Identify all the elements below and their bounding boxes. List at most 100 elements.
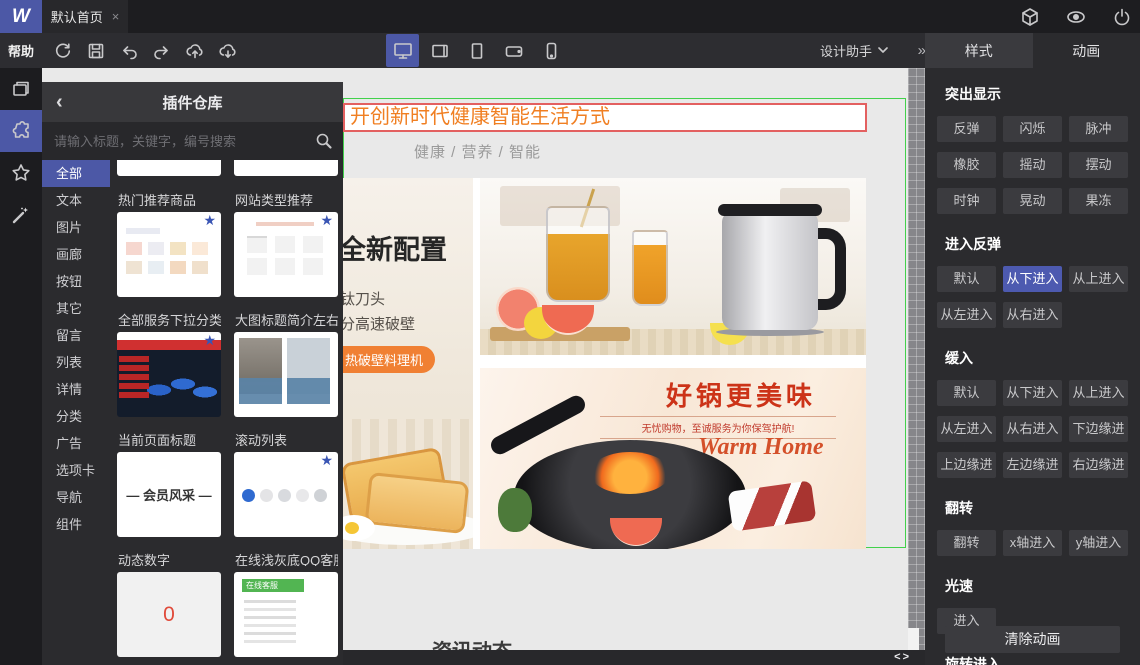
code-view-icon[interactable]: <>	[894, 651, 911, 663]
plugin-card-partial[interactable]	[117, 160, 221, 176]
animation-option-button[interactable]: 晃动	[1003, 188, 1062, 214]
device-laptop-icon[interactable]	[423, 34, 456, 67]
search-icon[interactable]	[315, 132, 333, 155]
plugin-item[interactable]: 滚动列表 ★	[234, 430, 338, 537]
redo-icon[interactable]	[151, 39, 173, 63]
scrollbar-thumb[interactable]	[908, 628, 919, 650]
plugin-item[interactable]: 网站类型推荐 ★	[234, 190, 338, 297]
plugin-item-thumbnail[interactable]: — 会员风采 —	[117, 452, 221, 537]
plugin-item[interactable]: 在线浅灰底QQ客服 在线客服	[234, 550, 338, 657]
animation-option-button[interactable]: 左边缘进	[1003, 452, 1062, 478]
canvas-scrollbar[interactable]	[908, 68, 925, 650]
device-phone-icon[interactable]	[534, 34, 567, 67]
animation-option-button[interactable]: 闪烁	[1003, 116, 1062, 142]
plugin-item[interactable]: 动态数字 0	[117, 550, 221, 657]
animation-option-button[interactable]: 摇动	[1003, 152, 1062, 178]
plugin-search-input[interactable]	[42, 133, 343, 149]
animation-option-button[interactable]: 默认	[937, 266, 996, 292]
animation-option-button[interactable]: 反弹	[937, 116, 996, 142]
device-desktop-icon[interactable]	[386, 34, 419, 67]
category-item[interactable]: 详情	[42, 376, 110, 403]
news-section-heading[interactable]: 资讯动态	[432, 635, 512, 650]
animation-option-button[interactable]: 从左进入	[937, 302, 996, 328]
favorite-star-icon[interactable]: ★	[203, 213, 216, 227]
animation-option-button[interactable]: y轴进入	[1069, 530, 1128, 556]
favorite-star-icon[interactable]: ★	[320, 453, 333, 467]
category-item[interactable]: 选项卡	[42, 457, 110, 484]
category-item[interactable]: 列表	[42, 349, 110, 376]
favorite-star-icon[interactable]: ★	[320, 213, 333, 227]
category-item[interactable]: 导航	[42, 484, 110, 511]
category-item[interactable]: 留言	[42, 322, 110, 349]
clear-animation-button[interactable]: 清除动画	[945, 626, 1120, 653]
plugin-item-thumbnail[interactable]	[234, 332, 338, 417]
category-item[interactable]: 画廊	[42, 241, 110, 268]
kettle-photo[interactable]	[480, 178, 866, 355]
category-item[interactable]: 文本	[42, 187, 110, 214]
refresh-icon[interactable]	[52, 39, 74, 63]
undo-icon[interactable]	[118, 39, 140, 63]
animation-option-button[interactable]: 从下进入	[1003, 266, 1062, 292]
animation-option-button[interactable]: 从下进入	[1003, 380, 1062, 406]
animation-option-button[interactable]: 上边缘进	[937, 452, 996, 478]
plugin-item-thumbnail[interactable]: 0	[117, 572, 221, 657]
page-subheading[interactable]: 健康 / 营养 / 智能	[414, 141, 541, 162]
power-exit-icon[interactable]	[1112, 7, 1132, 27]
device-tablet-icon[interactable]	[460, 34, 493, 67]
back-arrow-icon[interactable]: ‹	[56, 82, 63, 122]
sidebar-item-tools[interactable]	[0, 194, 42, 236]
category-item[interactable]: 全部	[42, 160, 110, 187]
favorite-star-icon[interactable]: ★	[203, 333, 216, 347]
sidebar-item-favorites[interactable]	[0, 152, 42, 194]
blender-banner-image[interactable]: 全新配置 钛刀头 分高速破壁 热破壁料理机	[343, 178, 473, 549]
wok-banner-image[interactable]: 好锅更美味 无忧购物，至诚服务为你保驾护航! Warm Home	[480, 368, 866, 549]
sidebar-item-plugins[interactable]	[0, 110, 42, 152]
animation-option-button[interactable]: 下边缘进	[1069, 416, 1128, 442]
animation-option-button[interactable]: 从上进入	[1069, 266, 1128, 292]
close-tab-icon[interactable]: ×	[112, 9, 120, 24]
animation-option-button[interactable]: 从左进入	[937, 416, 996, 442]
category-item[interactable]: 组件	[42, 511, 110, 538]
animation-option-button[interactable]: 摆动	[1069, 152, 1128, 178]
plugin-item-thumbnail[interactable]: ★	[117, 212, 221, 297]
animation-option-button[interactable]: 从右进入	[1003, 302, 1062, 328]
animation-option-button[interactable]: 翻转	[937, 530, 996, 556]
device-phone-landscape-icon[interactable]	[497, 34, 530, 67]
plugin-item[interactable]: 热门推荐商品 ★	[117, 190, 221, 297]
plugin-item-thumbnail[interactable]: ★	[234, 212, 338, 297]
selected-section-outline[interactable]: 开创新时代健康智能生活方式 健康 / 营养 / 智能 全新配置 钛刀头 分高速破…	[343, 98, 906, 549]
plugin-item[interactable]: 大图标题简介左右切...	[234, 310, 338, 417]
category-item[interactable]: 图片	[42, 214, 110, 241]
animation-option-button[interactable]: x轴进入	[1003, 530, 1062, 556]
sidebar-item-pages[interactable]	[0, 68, 42, 110]
preview-eye-icon[interactable]	[1066, 7, 1086, 27]
app-logo[interactable]: W	[0, 0, 42, 33]
animation-option-button[interactable]: 右边缘进	[1069, 452, 1128, 478]
help-button[interactable]: 帮助	[8, 33, 34, 68]
animation-option-button[interactable]: 脉冲	[1069, 116, 1128, 142]
design-assistant-dropdown[interactable]: 设计助手	[820, 33, 888, 68]
tab-animation[interactable]: 动画	[1032, 33, 1140, 68]
plugin-item-thumbnail[interactable]: ★	[234, 452, 338, 537]
category-item[interactable]: 按钮	[42, 268, 110, 295]
plugin-item[interactable]: 当前页面标题 — 会员风采 —	[117, 430, 221, 537]
animation-option-button[interactable]: 从右进入	[1003, 416, 1062, 442]
category-item[interactable]: 分类	[42, 403, 110, 430]
category-item[interactable]: 其它	[42, 295, 110, 322]
plugin-item[interactable]: 全部服务下拉分类带... ★	[117, 310, 221, 417]
save-icon[interactable]	[85, 39, 107, 63]
cloud-upload-icon[interactable]	[184, 39, 206, 63]
animation-option-button[interactable]: 从上进入	[1069, 380, 1128, 406]
animation-option-button[interactable]: 橡胶	[937, 152, 996, 178]
page-tab[interactable]: 默认首页 ×	[42, 0, 128, 33]
plugin-item-thumbnail[interactable]: ★	[117, 332, 221, 417]
animation-option-button[interactable]: 默认	[937, 380, 996, 406]
animation-option-button[interactable]: 时钟	[937, 188, 996, 214]
publish-cube-icon[interactable]	[1020, 7, 1040, 27]
animation-option-button[interactable]: 果冻	[1069, 188, 1128, 214]
tab-style[interactable]: 样式	[925, 33, 1033, 68]
category-item[interactable]: 广告	[42, 430, 110, 457]
plugin-card-partial[interactable]	[234, 160, 338, 176]
plugin-item-thumbnail[interactable]: 在线客服	[234, 572, 338, 657]
selected-heading-block[interactable]: 开创新时代健康智能生活方式	[343, 103, 867, 132]
